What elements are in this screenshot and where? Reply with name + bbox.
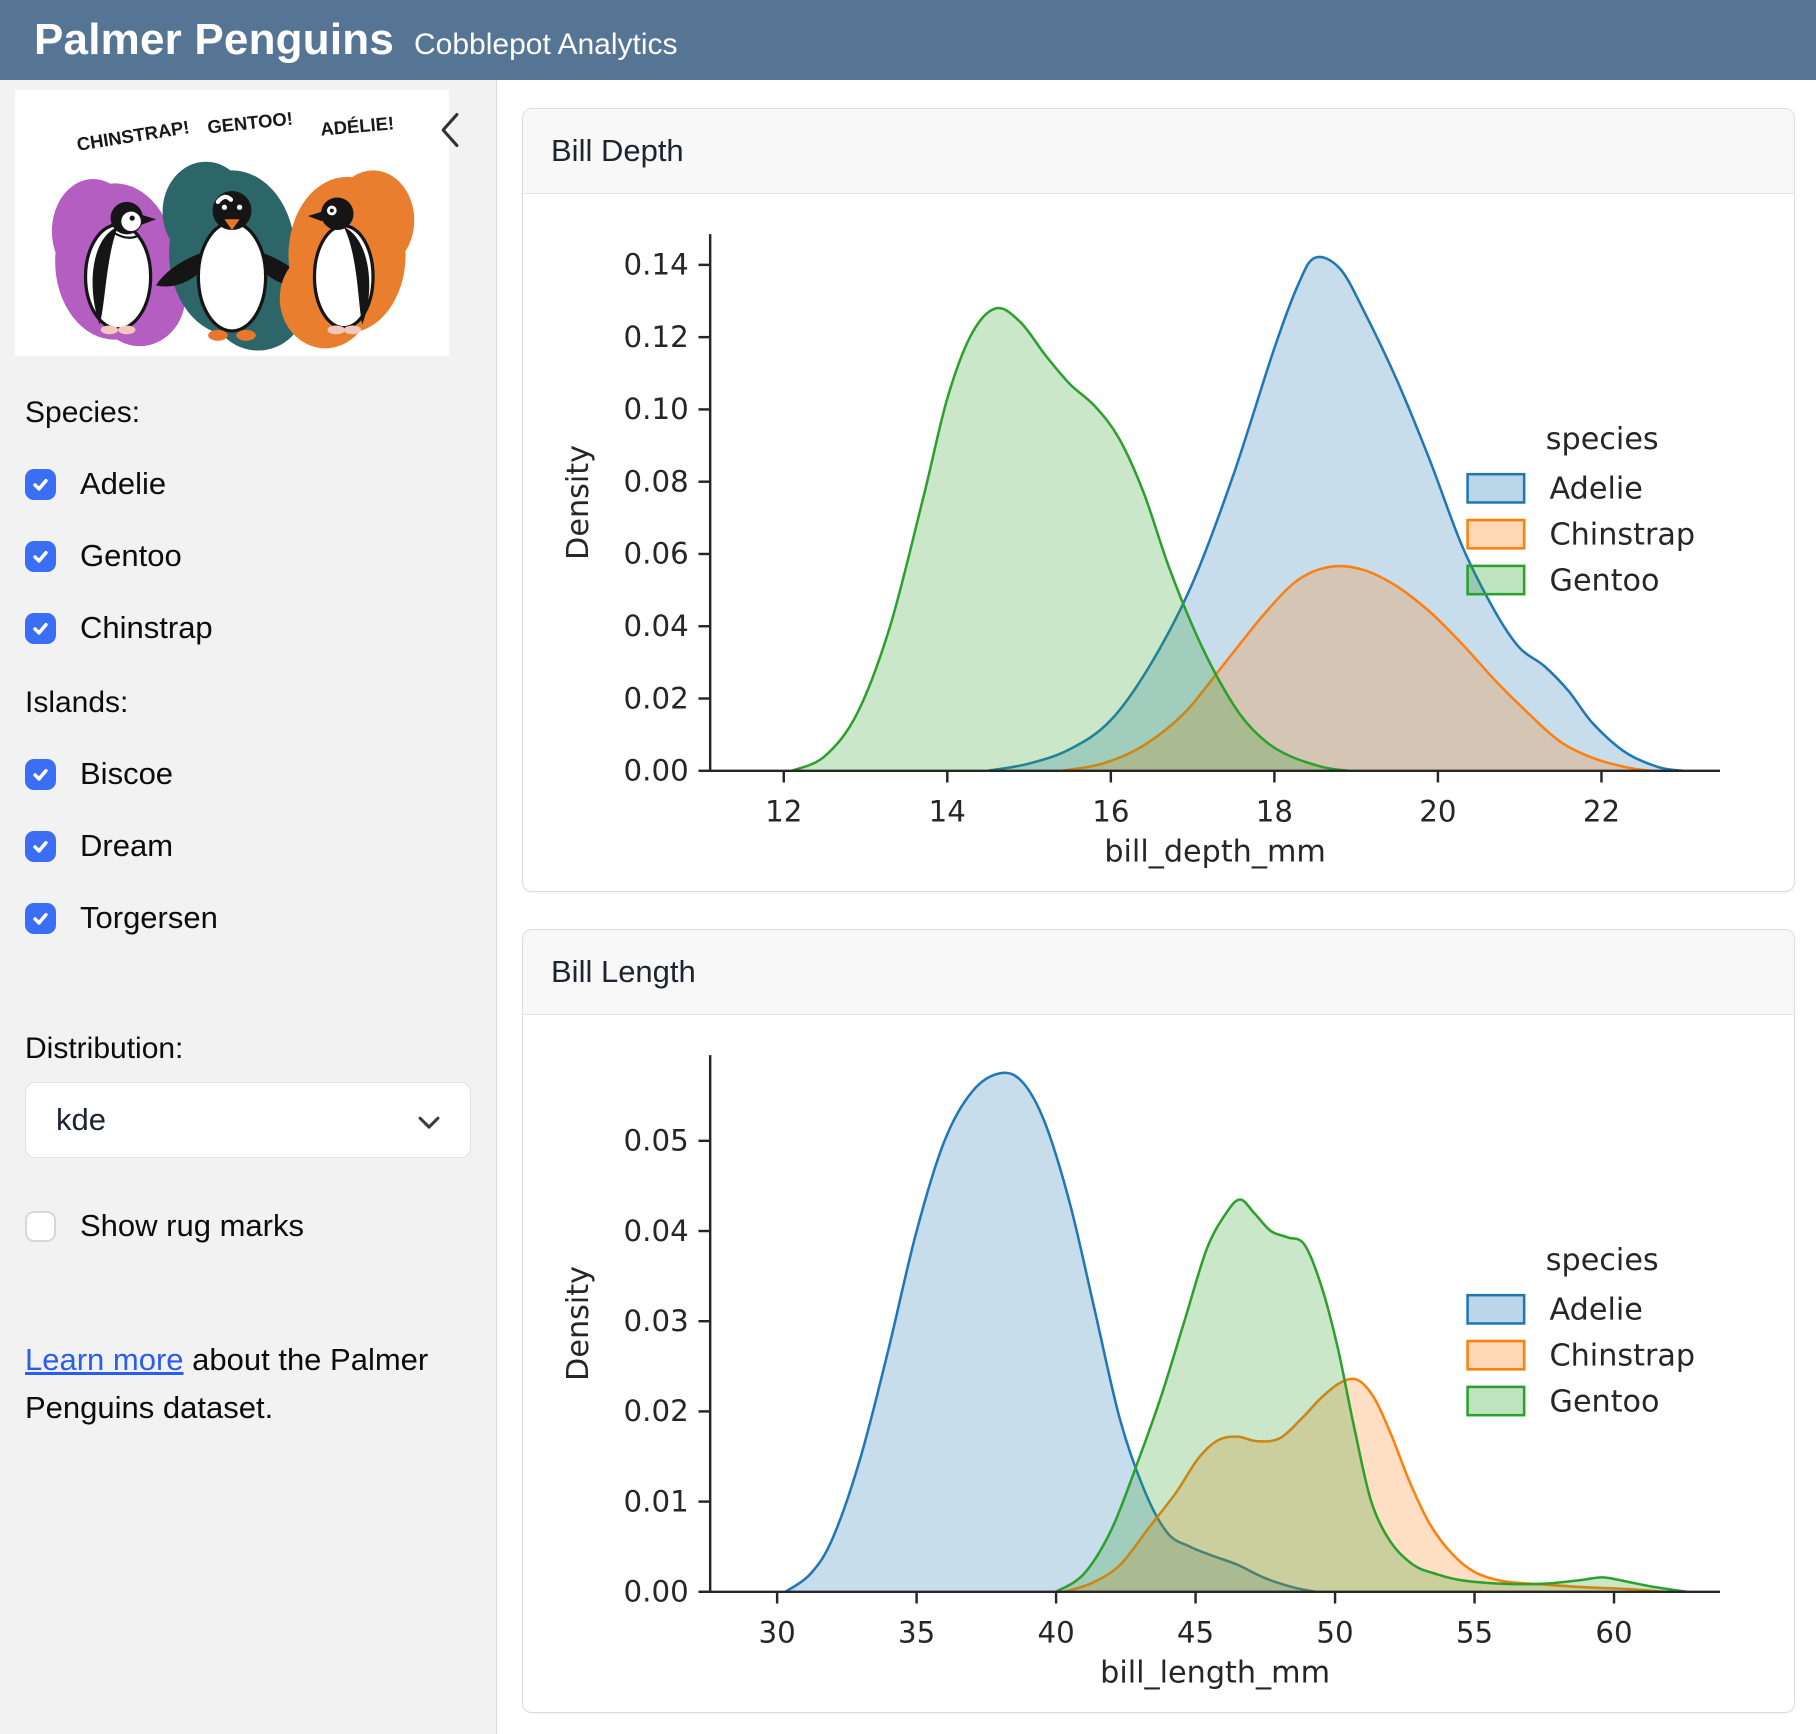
- legend-swatch-chinstrap: [1467, 520, 1524, 548]
- chevron-left-icon: [438, 110, 462, 153]
- checkbox-icon[interactable]: [25, 541, 56, 572]
- legend-title: species: [1545, 422, 1658, 457]
- bill-length-card-body: 30 35 40 45 50 55 60 0.00 0.01 0.02 0.03 0.04 0.05 bi…: [523, 1021, 1794, 1704]
- checkbox-label: Dream: [80, 828, 173, 864]
- x-axis-label: bill_depth_mm: [1104, 835, 1326, 870]
- checkbox-icon[interactable]: [25, 831, 56, 862]
- checkbox-icon[interactable]: [25, 1211, 56, 1242]
- x-tick-label: 14: [928, 795, 965, 829]
- y-tick-label: 0.06: [623, 537, 688, 571]
- legend-label: Chinstrap: [1549, 1338, 1695, 1373]
- artwork-label-chinstrap: CHINSTRAP!: [75, 116, 191, 155]
- x-tick-label: 45: [1176, 1616, 1213, 1650]
- x-tick-label: 22: [1582, 795, 1619, 829]
- checkbox-species-adelie[interactable]: Adelie: [25, 466, 471, 502]
- bill-length-chart: 30 35 40 45 50 55 60 0.00 0.01 0.02 0.03 0.04 0.05 bi…: [539, 1021, 1779, 1704]
- checkbox-icon[interactable]: [25, 469, 56, 500]
- y-tick-label: 0.08: [623, 464, 688, 498]
- artwork-label-adelie: ADÉLIE!: [319, 112, 394, 139]
- x-tick-label: 20: [1419, 795, 1456, 829]
- islands-section-label: Islands:: [25, 686, 471, 720]
- checkbox-label: Show rug marks: [80, 1208, 304, 1244]
- kde-series: [791, 257, 1682, 771]
- x-tick-label: 40: [1037, 1616, 1074, 1650]
- checkbox-island-biscoe[interactable]: Biscoe: [25, 756, 471, 792]
- y-tick-label: 0.12: [623, 320, 688, 354]
- main-content: Bill Depth 12 14 16 18 20 22 0.00 0.02 0.04 0.06 0…: [497, 80, 1816, 1734]
- bill-depth-card-body: 12 14 16 18 20 22 0.00 0.02 0.04 0.06 0.08 0.10 0.12…: [523, 200, 1794, 883]
- bill-length-card: Bill Length 30 35 40 45 50 55 60 0.00 0.01 0.02 0.…: [522, 929, 1795, 1713]
- legend-label: Gentoo: [1549, 563, 1659, 598]
- checkbox-species-gentoo[interactable]: Gentoo: [25, 538, 471, 574]
- legend-swatch-adelie: [1467, 1295, 1524, 1323]
- y-tick-label: 0.01: [623, 1484, 688, 1518]
- y-tick-label: 0.03: [623, 1304, 688, 1338]
- distribution-select[interactable]: kde: [25, 1082, 471, 1158]
- species-section-label: Species:: [25, 396, 471, 430]
- y-axis-label: Density: [561, 1266, 596, 1381]
- checkbox-icon[interactable]: [25, 903, 56, 934]
- legend-swatch-chinstrap: [1467, 1341, 1524, 1369]
- y-tick-label: 0.02: [623, 681, 688, 715]
- y-tick-label: 0.10: [623, 392, 688, 426]
- learn-more-text: Learn more about the Palmer Penguins dat…: [25, 1336, 465, 1432]
- penguin-artwork: CHINSTRAP! GENTOO!: [15, 90, 449, 356]
- legend-title: species: [1545, 1243, 1658, 1278]
- checkbox-island-torgersen[interactable]: Torgersen: [25, 900, 471, 936]
- legend-label: Adelie: [1549, 1293, 1642, 1328]
- bill-depth-chart: 12 14 16 18 20 22 0.00 0.02 0.04 0.06 0.08 0.10 0.12…: [539, 200, 1779, 883]
- legend-label: Chinstrap: [1549, 517, 1695, 552]
- x-tick-label: 50: [1316, 1616, 1353, 1650]
- x-tick-label: 12: [765, 795, 802, 829]
- kde-series: [785, 1073, 1686, 1592]
- chevron-down-icon: [418, 1102, 440, 1138]
- legend-swatch-adelie: [1467, 474, 1524, 502]
- y-axis-label: Density: [561, 445, 596, 560]
- checkbox-label: Adelie: [80, 466, 166, 502]
- x-tick-label: 55: [1455, 1616, 1492, 1650]
- x-tick-label: 30: [758, 1616, 795, 1650]
- checkbox-species-chinstrap[interactable]: Chinstrap: [25, 610, 471, 646]
- x-tick-label: 35: [897, 1616, 934, 1650]
- legend-swatch-gentoo: [1467, 1387, 1524, 1415]
- y-tick-label: 0.14: [623, 248, 688, 282]
- bill-length-card-title: Bill Length: [523, 930, 1794, 1015]
- checkbox-show-rug-marks[interactable]: Show rug marks: [25, 1208, 471, 1244]
- bill-depth-card: Bill Depth 12 14 16 18 20 22 0.00 0.02 0.04 0.06 0…: [522, 108, 1795, 892]
- checkbox-label: Chinstrap: [80, 610, 213, 646]
- sidebar: CHINSTRAP! GENTOO!: [0, 80, 497, 1734]
- app-header: Palmer Penguins Cobblepot Analytics: [0, 0, 1816, 80]
- checkbox-icon[interactable]: [25, 759, 56, 790]
- artwork-label-gentoo: GENTOO!: [206, 108, 293, 138]
- bill-depth-card-title: Bill Depth: [523, 109, 1794, 194]
- distribution-selected-value: kde: [56, 1102, 106, 1138]
- checkbox-label: Biscoe: [80, 756, 173, 792]
- checkbox-label: Gentoo: [80, 538, 182, 574]
- x-tick-label: 18: [1255, 795, 1292, 829]
- learn-more-link[interactable]: Learn more: [25, 1342, 184, 1377]
- legend-label: Gentoo: [1549, 1384, 1659, 1419]
- checkbox-icon[interactable]: [25, 613, 56, 644]
- app-subtitle: Cobblepot Analytics: [414, 28, 678, 62]
- legend-label: Adelie: [1549, 472, 1642, 507]
- y-tick-label: 0.00: [623, 754, 688, 788]
- checkbox-island-dream[interactable]: Dream: [25, 828, 471, 864]
- y-tick-label: 0.05: [623, 1124, 688, 1158]
- x-tick-label: 60: [1595, 1616, 1632, 1650]
- y-tick-label: 0.04: [623, 1214, 688, 1248]
- y-tick-label: 0.04: [623, 609, 688, 643]
- app-title: Palmer Penguins: [34, 0, 394, 80]
- x-axis-label: bill_length_mm: [1100, 1656, 1330, 1691]
- sidebar-collapse-button[interactable]: [432, 110, 468, 152]
- legend-swatch-gentoo: [1467, 566, 1524, 594]
- y-tick-label: 0.02: [623, 1394, 688, 1428]
- distribution-label: Distribution:: [25, 1032, 471, 1066]
- adelie-penguin-illustration: ADÉLIE!: [280, 112, 415, 348]
- checkbox-label: Torgersen: [80, 900, 218, 936]
- app-body: CHINSTRAP! GENTOO!: [0, 80, 1816, 1734]
- y-tick-label: 0.00: [623, 1575, 688, 1609]
- x-tick-label: 16: [1092, 795, 1129, 829]
